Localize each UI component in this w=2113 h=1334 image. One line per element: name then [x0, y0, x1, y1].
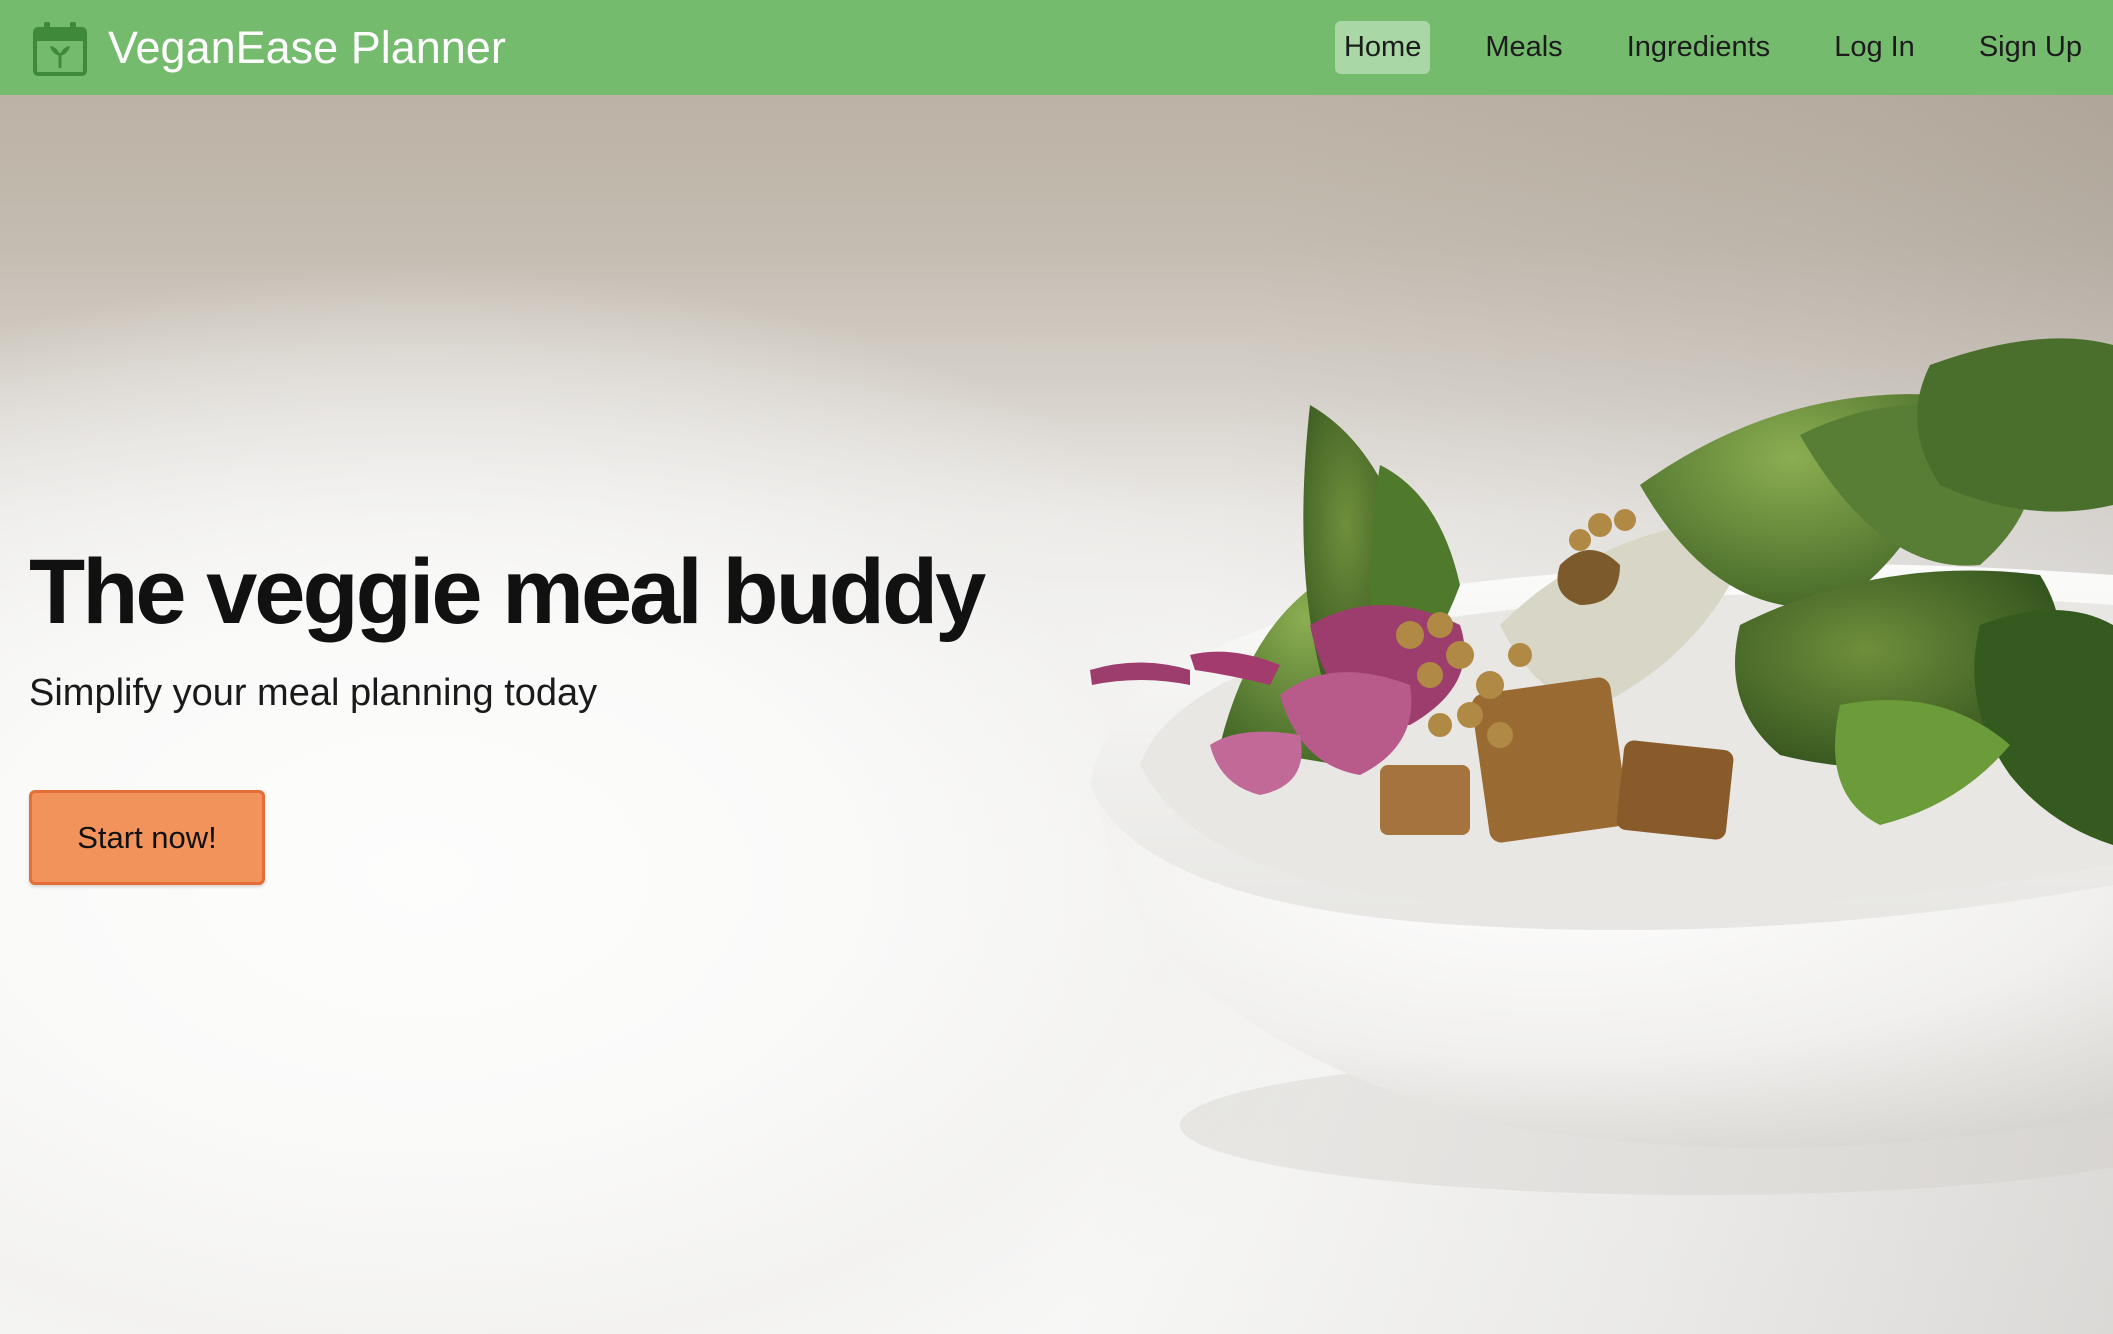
- nav-sign-up[interactable]: Sign Up: [1970, 21, 2091, 74]
- top-navbar: VeganEase Planner Home Meals Ingredients…: [0, 0, 2113, 95]
- main-nav: Home Meals Ingredients Log In Sign Up: [1334, 0, 2091, 95]
- calendar-sprout-icon: [33, 21, 87, 76]
- hero-subtitle: Simplify your meal planning today: [29, 672, 598, 714]
- brand-name: VeganEase Planner: [108, 21, 506, 73]
- nav-home[interactable]: Home: [1334, 21, 1431, 74]
- nav-log-in[interactable]: Log In: [1825, 21, 1924, 74]
- brand[interactable]: VeganEase Planner: [32, 0, 506, 95]
- hero-section: The veggie meal buddy Simplify your meal…: [0, 95, 2113, 1334]
- nav-meals[interactable]: Meals: [1476, 21, 1571, 74]
- hero-title: The veggie meal buddy: [29, 541, 986, 643]
- salad-bowl-photo: [1090, 338, 2113, 1195]
- start-now-button[interactable]: Start now!: [29, 790, 265, 885]
- nav-ingredients[interactable]: Ingredients: [1618, 21, 1780, 74]
